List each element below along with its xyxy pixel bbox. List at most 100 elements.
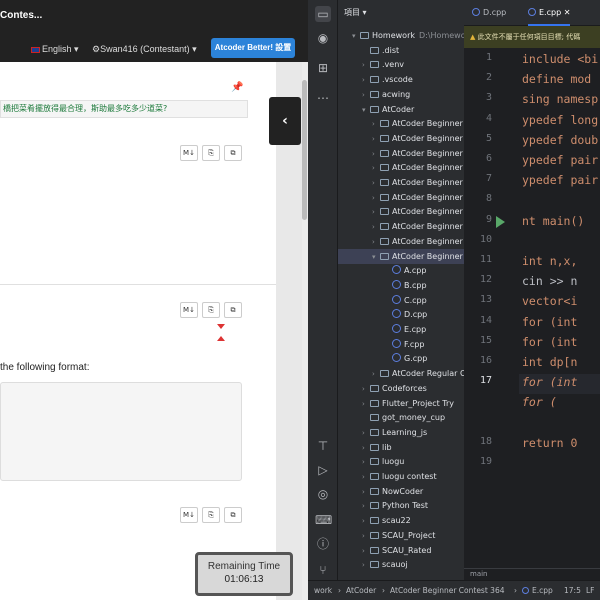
collapse-up-icon[interactable] (217, 336, 225, 341)
tree-folder-item[interactable]: › Learning_js (338, 425, 464, 440)
copy-button[interactable]: ⎘ (202, 302, 220, 318)
line-ending[interactable]: LF (586, 581, 595, 600)
tree-folder-item[interactable]: ▾ AtCoder Beginner C (338, 248, 464, 264)
code-line[interactable]: int dp[n (522, 355, 577, 369)
tree-file-item[interactable]: B.cpp (338, 278, 464, 293)
commit-icon[interactable]: ◉ (315, 30, 331, 46)
tab-e-cpp[interactable]: E.cpp ✕ (528, 0, 571, 26)
folder-icon (370, 76, 379, 84)
tree-folder-item[interactable]: › scau22 (338, 513, 464, 528)
chevron-right-icon[interactable]: › (362, 558, 370, 573)
tree-folder-item[interactable]: › AtCoder Beginner C (338, 160, 464, 175)
folder-icon (370, 473, 379, 480)
code-line[interactable]: ypedef long (522, 113, 598, 127)
tree-folder-item[interactable]: › Flutter_Project Try (338, 396, 464, 411)
code-line[interactable]: vector<i (522, 294, 577, 308)
git-icon[interactable]: ⑂ (315, 562, 331, 578)
tree-folder-item[interactable]: › lib (338, 440, 464, 455)
code-line[interactable]: int n,x, (522, 254, 577, 268)
tree-folder-item[interactable]: › luogu (338, 454, 464, 469)
pin-icon[interactable]: 📌 (231, 82, 243, 93)
status-path-folder[interactable]: AtCoder (346, 581, 376, 600)
code-line[interactable]: cin >> n (522, 274, 577, 288)
markdown-copy-button[interactable]: M↓ (180, 507, 198, 523)
tree-folder-item[interactable]: › NowCoder (338, 484, 464, 499)
collapse-panel-button[interactable]: ‹ (269, 97, 301, 145)
tree-folder-item[interactable]: › SCAU_Rated (338, 543, 464, 558)
code-line[interactable]: for (int (522, 315, 577, 329)
problems-icon[interactable]: ⓘ (315, 536, 331, 552)
atcoder-better-settings-button[interactable]: Atcoder Better! 設置 (211, 38, 295, 58)
tree-folder-item[interactable]: › AtCoder Beginner C (338, 204, 464, 219)
tree-folder-item[interactable]: › AtCoder Beginner C (338, 234, 464, 249)
project-panel-header[interactable]: 項目 ▾ (344, 7, 367, 18)
status-path-contest[interactable]: AtCoder Beginner Contest 364 (390, 581, 504, 600)
tree-folder-item[interactable]: ▾ AtCoder (338, 102, 464, 117)
tree-folder-item[interactable]: › AtCoder Beginner C (338, 146, 464, 161)
browser-scrollbar-thumb[interactable] (302, 80, 307, 220)
function-breadcrumb[interactable]: main (470, 570, 488, 578)
tab-d-cpp[interactable]: D.cpp (472, 0, 506, 26)
markdown-copy-button[interactable]: M↓ (180, 145, 198, 161)
code-line[interactable]: return 0 (522, 436, 577, 450)
tree-file-item[interactable]: E.cpp (338, 322, 464, 337)
project-folder-icon[interactable]: ▭ (315, 6, 331, 22)
contest-title[interactable]: Contes... (0, 10, 42, 21)
code-line[interactable]: include <bi (522, 52, 598, 66)
run-icon[interactable]: ▷ (315, 462, 331, 478)
tree-folder-item[interactable]: › Python Test (338, 498, 464, 513)
run-main-icon[interactable] (496, 216, 505, 228)
status-path-root[interactable]: work (314, 581, 332, 600)
terminal-icon[interactable]: ⌨ (315, 512, 332, 528)
tree-folder-item[interactable]: › luogu contest (338, 469, 464, 484)
code-area[interactable]: include <bi define mod sing namesp ypedef l… (522, 48, 600, 568)
code-line[interactable]: define mod (522, 72, 591, 86)
line-number: 6 (485, 153, 492, 164)
tree-folder-item[interactable]: ▾HomeworkD:\Homework (338, 28, 464, 43)
tree-folder-item[interactable]: › AtCoder Beginner C (338, 175, 464, 190)
language-dropdown[interactable]: English ▾ (31, 44, 79, 55)
tree-folder-item[interactable]: .dist (338, 43, 464, 58)
tree-folder-item[interactable]: › scauoj (338, 557, 464, 572)
more-tools-icon[interactable]: ⋯ (315, 90, 331, 106)
duplicate-button[interactable]: ⧉ (224, 302, 242, 318)
tree-folder-item[interactable]: › acwing (338, 87, 464, 102)
tree-folder-item[interactable]: › AtCoder Beginner C (338, 131, 464, 146)
close-tab-icon[interactable]: ✕ (564, 8, 571, 17)
structure-icon[interactable]: ⊞ (315, 60, 331, 76)
tree-folder-item[interactable]: › AtCoder Beginner C (338, 190, 464, 205)
tree-folder-item[interactable]: › AtCoder Beginner C (338, 116, 464, 131)
duplicate-button[interactable]: ⧉ (224, 507, 242, 523)
user-dropdown[interactable]: ⚙Swan416 (Contestant) ▾ (92, 44, 197, 55)
code-line[interactable]: for (int (522, 335, 577, 349)
tree-file-item[interactable]: D.cpp (338, 307, 464, 322)
code-line[interactable]: for (int (522, 375, 577, 389)
code-line[interactable]: ypedef doub (522, 133, 598, 147)
tree-folder-item[interactable]: › .vscode (338, 72, 464, 87)
code-line[interactable]: ypedef pair (522, 173, 598, 187)
tree-folder-item[interactable]: › .venv (338, 57, 464, 72)
tree-folder-item[interactable]: › Codeforces (338, 381, 464, 396)
collapse-down-icon[interactable] (217, 324, 225, 329)
tree-folder-item[interactable]: › AtCoder Regular Co (338, 366, 464, 381)
tree-file-item[interactable]: A.cpp (338, 263, 464, 278)
code-line[interactable]: nt main() (522, 214, 584, 228)
code-line[interactable]: ypedef pair (522, 153, 598, 167)
tree-item-label: scau22 (382, 516, 411, 526)
copy-button[interactable]: ⎘ (202, 507, 220, 523)
tree-file-item[interactable]: F.cpp (338, 337, 464, 352)
copy-button[interactable]: ⎘ (202, 145, 220, 161)
duplicate-button[interactable]: ⧉ (224, 145, 242, 161)
tree-file-item[interactable]: G.cpp (338, 351, 464, 366)
cursor-position[interactable]: 17:5 (564, 581, 581, 600)
status-path-file[interactable]: E.cpp (522, 581, 553, 600)
tree-folder-item[interactable]: › SCAU_Project (338, 528, 464, 543)
cmake-icon[interactable]: ⊤ (315, 438, 331, 454)
tree-folder-item[interactable]: › AtCoder Beginner C (338, 219, 464, 234)
debug-icon[interactable]: ◎ (315, 486, 331, 502)
tree-folder-item[interactable]: got_money_cup (338, 410, 464, 425)
markdown-copy-button[interactable]: M↓ (180, 302, 198, 318)
tree-file-item[interactable]: C.cpp (338, 293, 464, 308)
code-line[interactable]: for ( (522, 395, 557, 409)
code-line[interactable]: sing namesp (522, 92, 598, 106)
